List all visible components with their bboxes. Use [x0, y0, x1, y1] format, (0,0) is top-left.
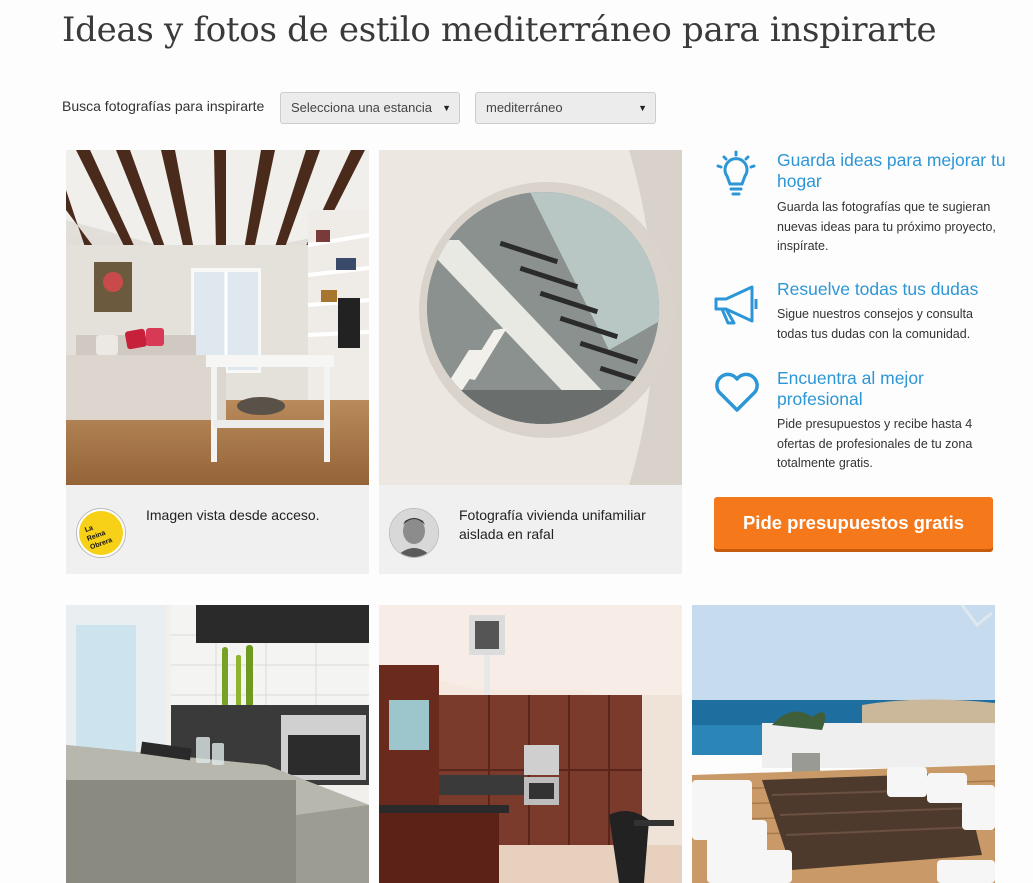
caret-down-icon: ▼ [638, 103, 647, 113]
page-title: Ideas y fotos de estilo mediterráneo par… [62, 10, 937, 50]
kitchen-island-photo[interactable] [66, 605, 369, 883]
benefit-title: Resuelve todas tus dudas [777, 279, 979, 299]
style-select[interactable]: mediterráneo ▼ [475, 92, 656, 124]
author-avatar[interactable]: La Reina Obrera [76, 508, 126, 558]
style-select-value: mediterráneo [486, 100, 563, 115]
round-window-photo[interactable] [379, 150, 682, 485]
benefit-title: Guarda ideas para mejorar tu hogar [777, 150, 1006, 191]
room-select-value: Selecciona una estancia [291, 100, 432, 115]
benefit-text: Sigue nuestros consejos y consulta todas… [777, 307, 973, 341]
lightbulb-icon [712, 150, 762, 200]
request-quotes-button[interactable]: Pide presupuestos gratis [714, 497, 993, 549]
benefit-text: Pide presupuestos y recibe hasta 4 ofert… [777, 417, 973, 470]
caret-down-icon: ▼ [442, 103, 451, 113]
benefit-text: Guarda las fotografías que te sugieran n… [777, 200, 996, 253]
author-avatar[interactable] [389, 508, 439, 558]
heart-icon [712, 368, 762, 418]
wood-kitchen-photo[interactable] [379, 605, 682, 883]
living-room-photo[interactable] [66, 150, 369, 485]
room-select[interactable]: Selecciona una estancia ▼ [280, 92, 460, 124]
photo-caption: Imagen vista desde acceso. [146, 507, 320, 523]
photo-card[interactable]: La Reina Obrera Imagen vista desde acces… [66, 150, 369, 574]
megaphone-icon [712, 279, 762, 329]
terrace-sea-photo[interactable] [692, 605, 995, 883]
filter-label: Busca fotografías para inspirarte [62, 98, 265, 114]
benefit-title: Encuentra al mejor profesional [777, 368, 924, 409]
photo-caption: Fotografía vivienda unifamiliar aislada … [459, 507, 646, 542]
photo-card[interactable]: Fotografía vivienda unifamiliar aislada … [379, 150, 682, 574]
